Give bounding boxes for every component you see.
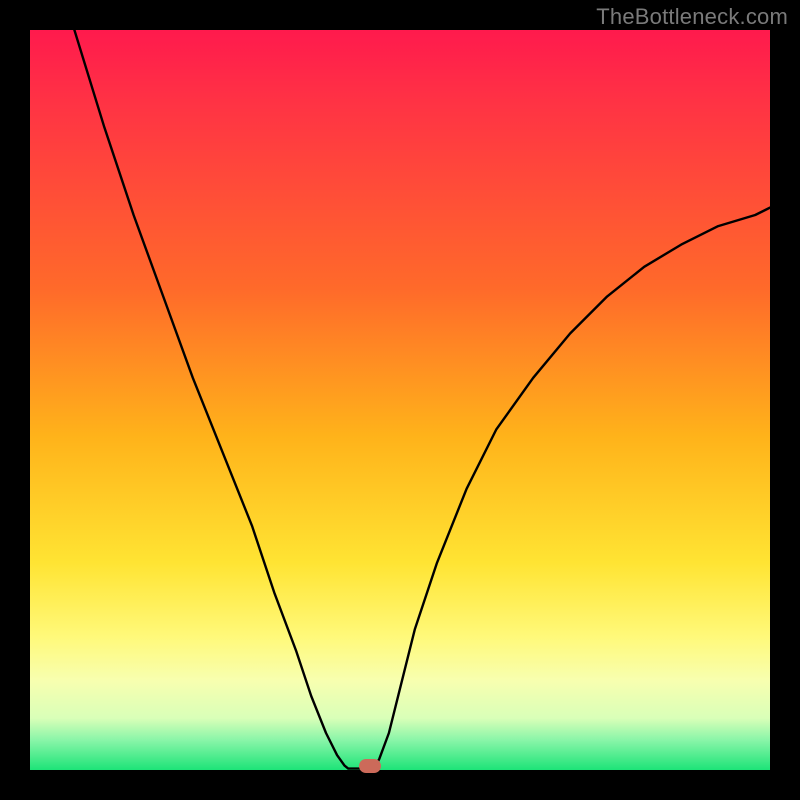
chart-frame: TheBottleneck.com [0,0,800,800]
watermark-text: TheBottleneck.com [596,4,788,30]
minimum-marker [359,759,381,773]
plot-area [30,30,770,770]
bottleneck-curve [30,30,770,770]
